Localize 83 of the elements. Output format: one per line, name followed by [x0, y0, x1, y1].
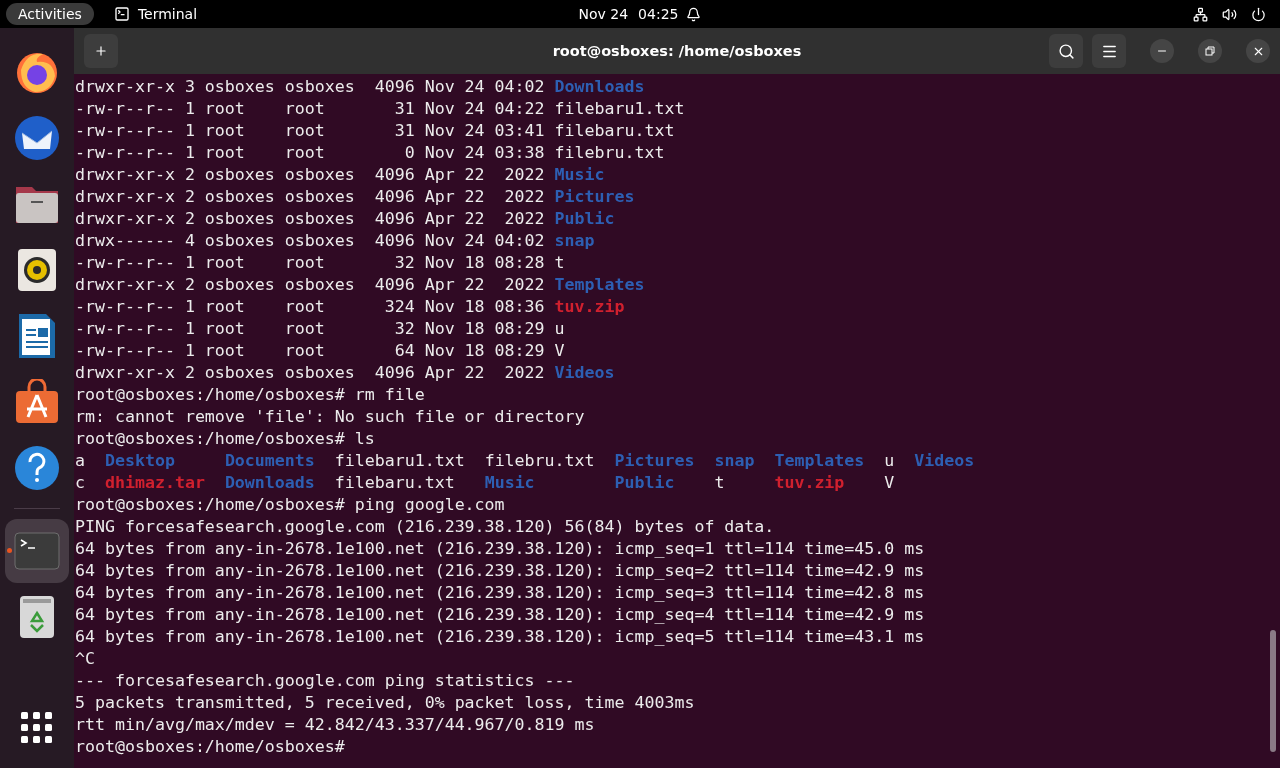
- clock-date[interactable]: Nov 24 04:25: [578, 6, 679, 22]
- terminal-text: -rw-r--r-- 1 root root 64 Nov 18 08:29 V: [75, 341, 565, 360]
- activities-button[interactable]: Activities: [6, 3, 94, 25]
- terminal-text: -rw-r--r-- 1 root root 32 Nov 18 08:28 t: [75, 253, 565, 272]
- app-menu[interactable]: Terminal: [113, 6, 198, 22]
- terminal-text: rm: cannot remove 'file': No such file or directory: [75, 407, 585, 426]
- terminal-text: filebaru.txt: [334, 473, 455, 492]
- terminal-text: V: [884, 473, 895, 492]
- window-title: root@osboxes: /home/osboxes: [552, 43, 802, 59]
- trash-icon: [19, 595, 55, 639]
- search-button[interactable]: [1049, 34, 1083, 68]
- terminal-text: t: [714, 473, 725, 492]
- maximize-button[interactable]: [1198, 39, 1222, 63]
- terminal-text: 64 bytes from any-in-2678.1e100.net (216.239.38.120): icmp_seq=4 ttl=114 time=42.9 ms: [75, 605, 925, 624]
- volume-icon[interactable]: [1222, 6, 1237, 22]
- speaker-icon: [17, 248, 57, 292]
- minimize-button[interactable]: [1150, 39, 1174, 63]
- terminal-text: rtt min/avg/max/mdev = 42.842/43.337/44.967/0.819 ms: [75, 715, 595, 734]
- terminal-text: drwxr-xr-x 2 osboxes osboxes 4096 Apr 22 2022: [75, 187, 545, 206]
- terminal-text: drwxr-xr-x 2 osboxes osboxes 4096 Apr 22 2022: [75, 275, 545, 294]
- new-tab-button[interactable]: [84, 34, 118, 68]
- terminal-text: drwxr-xr-x 2 osboxes osboxes 4096 Apr 22 2022: [75, 209, 545, 228]
- directory-name: snap: [714, 451, 755, 470]
- terminal-text: filebaru1.txt: [334, 451, 465, 470]
- directory-name: Downloads: [554, 77, 645, 96]
- terminal-text: a: [75, 451, 85, 470]
- directory-name: Music: [554, 165, 605, 184]
- document-icon: [18, 313, 56, 359]
- archive-name: tuv.zip: [774, 473, 845, 492]
- mail-icon: [12, 113, 62, 163]
- terminal-text: -rw-r--r-- 1 root root 31 Nov 24 04:22 filebaru1.txt: [75, 99, 685, 118]
- terminal-text: --- forcesafesearch.google.com ping statistics ---: [75, 671, 575, 690]
- terminal-text: PING forcesafesearch.google.com (216.239.38.120) 56(84) bytes of data.: [75, 517, 775, 536]
- directory-name: Videos: [554, 363, 615, 382]
- directory-name: Music: [484, 473, 535, 492]
- terminal-text: root@osboxes:/home/osboxes# rm file: [75, 385, 425, 404]
- network-icon[interactable]: [1193, 6, 1208, 22]
- terminal-text: u: [884, 451, 895, 470]
- directory-name: snap: [554, 231, 595, 250]
- terminal-text: 64 bytes from any-in-2678.1e100.net (216.239.38.120): icmp_seq=2 ttl=114 time=42.9 ms: [75, 561, 925, 580]
- archive-name: tuv.zip: [554, 297, 625, 316]
- terminal-text: -rw-r--r-- 1 root root 0 Nov 24 03:38 filebru.txt: [75, 143, 665, 162]
- directory-name: Videos: [914, 451, 975, 470]
- terminal-text: 64 bytes from any-in-2678.1e100.net (216.239.38.120): icmp_seq=5 ttl=114 time=43.1 ms: [75, 627, 925, 646]
- terminal-text: root@osboxes:/home/osboxes# ping google.com: [75, 495, 505, 514]
- terminal-text: 64 bytes from any-in-2678.1e100.net (216.239.38.120): icmp_seq=3 ttl=114 time=42.8 ms: [75, 583, 925, 602]
- directory-name: Downloads: [224, 473, 315, 492]
- archive-name: dhimaz.tar: [105, 473, 205, 492]
- scrollbar-thumb[interactable]: [1270, 630, 1276, 752]
- terminal-text: -rw-r--r-- 1 root root 31 Nov 24 03:41 filebaru.txt: [75, 121, 675, 140]
- directory-name: Public: [554, 209, 615, 228]
- app-grid-icon[interactable]: [21, 712, 53, 744]
- terminal-text: root@osboxes:/home/osboxes#: [75, 737, 345, 756]
- search-icon: [1057, 42, 1075, 60]
- terminal-text: 5 packets transmitted, 5 received, 0% packet loss, time 4003ms: [75, 693, 695, 712]
- directory-name: Templates: [554, 275, 645, 294]
- terminal-text: c: [75, 473, 85, 492]
- directory-name: Documents: [224, 451, 315, 470]
- terminal-text: drwxr-xr-x 2 osboxes osboxes 4096 Apr 22 2022: [75, 165, 545, 184]
- power-icon[interactable]: [1251, 6, 1266, 22]
- plus-icon: [94, 44, 108, 58]
- directory-name: Desktop: [105, 451, 175, 470]
- menu-button[interactable]: [1092, 34, 1126, 68]
- shopping-bag-icon: [14, 379, 60, 425]
- close-button[interactable]: [1246, 39, 1270, 63]
- directory-name: Pictures: [554, 187, 635, 206]
- directory-name: Public: [614, 473, 675, 492]
- terminal-text: drwxr-xr-x 3 osboxes osboxes 4096 Nov 24 04:02: [75, 77, 545, 96]
- terminal-text: ^C: [75, 649, 95, 668]
- terminal-text: root@osboxes:/home/osboxes# ls: [75, 429, 375, 448]
- help-icon: [14, 445, 60, 491]
- terminal-text: 64 bytes from any-in-2678.1e100.net (216.239.38.120): icmp_seq=1 ttl=114 time=45.0 ms: [75, 539, 925, 558]
- terminal-text: drwxr-xr-x 2 osboxes osboxes 4096 Apr 22 2022: [75, 363, 545, 382]
- bell-icon[interactable]: [686, 6, 702, 22]
- terminal-text: filebru.txt: [484, 451, 595, 470]
- maximize-icon: [1205, 46, 1215, 56]
- directory-name: Pictures: [614, 451, 695, 470]
- terminal-text: drwx------ 4 osboxes osboxes 4096 Nov 24 04:02: [75, 231, 545, 250]
- terminal-icon: [113, 6, 130, 22]
- directory-name: Templates: [774, 451, 865, 470]
- terminal-text: -rw-r--r-- 1 root root 324 Nov 18 08:36: [75, 297, 545, 316]
- terminal-text: -rw-r--r-- 1 root root 32 Nov 18 08:29 u: [75, 319, 565, 338]
- terminal-icon: [14, 532, 60, 570]
